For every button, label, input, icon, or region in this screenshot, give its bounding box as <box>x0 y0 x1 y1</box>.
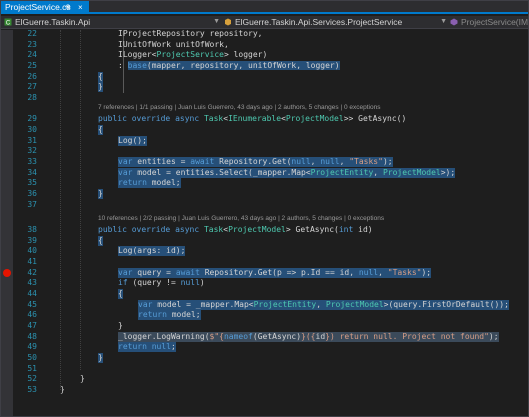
code-line: _logger.LogWarning($"{nameof(GetAsync)}(… <box>118 331 499 342</box>
code-line: } <box>98 352 103 363</box>
line-number: 50 <box>27 352 37 362</box>
line-number-gutter: 22 23 24 25 26 27 28 29 30 31 32 33 34 3… <box>13 29 37 416</box>
tab-strip: ProjectService.cs ⊕ × <box>1 1 528 14</box>
line-number: 43 <box>27 278 37 287</box>
code-line: } <box>118 320 123 330</box>
line-number: 46 <box>27 310 37 319</box>
tab-title: ProjectService.cs <box>5 2 71 12</box>
line-number: 22 <box>27 29 37 38</box>
line-number: 26 <box>27 71 37 81</box>
editor-window: ProjectService.cs ⊕ × C ElGuerre.Taskin.A… <box>0 0 529 417</box>
line-number: 29 <box>27 114 37 123</box>
close-icon[interactable]: × <box>78 1 83 14</box>
line-number: 40 <box>27 246 37 255</box>
code-line: var model = _mapper.Map<ProjectEntity, P… <box>138 299 509 310</box>
line-number: 25 <box>27 61 37 70</box>
class-name: ElGuerre.Taskin.Api.Services.ProjectServ… <box>235 17 403 27</box>
code-area[interactable]: IProjectRepository repository, IUnitOfWo… <box>39 29 528 416</box>
line-number: 32 <box>27 146 37 155</box>
line-number: 37 <box>27 199 37 209</box>
line-number: 48 <box>27 331 37 341</box>
csharp-project-icon: C <box>4 18 12 26</box>
line-number: 38 <box>27 225 37 234</box>
project-dropdown[interactable]: C ElGuerre.Taskin.Api ▼ <box>4 16 222 28</box>
navigation-bar: C ElGuerre.Taskin.Api ▼ ElGuerre.Taskin.A… <box>1 16 528 29</box>
code-line: { <box>118 288 123 299</box>
codelens-info[interactable]: 10 references | 2/2 passing | Juan Luis … <box>98 214 384 224</box>
code-line: public override async Task<ProjectModel>… <box>98 225 373 234</box>
code-line: if (query != null) <box>118 278 205 287</box>
class-icon <box>225 18 231 26</box>
code-line: } <box>60 384 65 394</box>
line-number: 44 <box>27 288 37 298</box>
code-line: { <box>98 235 103 246</box>
line-number: 49 <box>27 342 37 351</box>
indent-guide <box>60 30 61 390</box>
svg-text:C: C <box>6 21 11 27</box>
line-number: 39 <box>27 235 37 245</box>
code-line: IUnitOfWork unitOfWork, <box>118 39 229 49</box>
line-number: 53 <box>27 384 37 394</box>
line-number: 36 <box>27 188 37 198</box>
line-number: 51 <box>27 363 37 373</box>
tab-projectservice[interactable]: ProjectService.cs ⊕ × <box>1 1 89 14</box>
code-line: { <box>98 71 103 82</box>
line-number: 31 <box>27 135 37 145</box>
indent-guide <box>80 30 81 370</box>
code-line: return model; <box>118 178 181 189</box>
line-number: 34 <box>27 167 37 177</box>
code-line: IProjectRepository repository, <box>118 29 263 38</box>
method-icon <box>450 18 458 26</box>
line-number: 42 <box>27 267 37 277</box>
chevron-down-icon: ▼ <box>440 18 447 25</box>
breakpoint-margin[interactable] <box>1 30 13 416</box>
class-dropdown[interactable]: ElGuerre.Taskin.Api.Services.ProjectServ… <box>224 16 449 28</box>
code-line: return null; <box>118 342 176 353</box>
code-line: return model; <box>138 310 201 321</box>
code-line: } <box>98 188 103 199</box>
code-editor[interactable]: 22 23 24 25 26 27 28 29 30 31 32 33 34 3… <box>1 29 528 416</box>
code-line: : base(mapper, repository, unitOfWork, l… <box>118 61 340 70</box>
line-number: 27 <box>27 82 37 91</box>
project-name: ElGuerre.Taskin.Api <box>15 17 91 27</box>
code-line: { <box>98 124 103 135</box>
code-line: } <box>80 374 85 383</box>
line-number: 41 <box>27 256 37 266</box>
line-number: 30 <box>27 124 37 134</box>
line-number: 24 <box>27 50 37 59</box>
line-number: 28 <box>27 93 37 102</box>
chevron-down-icon: ▼ <box>213 18 220 25</box>
member-dropdown[interactable]: ProjectService(IMa <box>450 16 529 28</box>
breakpoint-icon[interactable] <box>3 269 11 277</box>
line-number: 33 <box>27 156 37 166</box>
code-line: var entities = await Repository.Get(null… <box>118 156 393 167</box>
code-line: var query = await Repository.Get(p => p.… <box>118 267 432 278</box>
code-line: } <box>98 82 103 93</box>
line-number: 23 <box>27 39 37 49</box>
line-number: 45 <box>27 299 37 309</box>
codelens-info[interactable]: 7 references | 1/1 passing | Juan Luis G… <box>98 103 380 113</box>
code-line: public override async Task<IEnumerable<P… <box>98 114 407 123</box>
line-number: 52 <box>27 374 37 383</box>
code-line: Log(); <box>118 135 147 146</box>
pin-icon[interactable]: ⊕ <box>65 1 71 14</box>
member-name: ProjectService(IMa <box>461 17 529 27</box>
line-number: 47 <box>27 320 37 330</box>
code-line: Log(args: id); <box>118 246 186 257</box>
code-line: ILogger<ProjectService> logger) <box>118 50 268 59</box>
code-line: var model = entities.Select(_mapper.Map<… <box>118 167 456 178</box>
line-number: 35 <box>27 178 37 187</box>
